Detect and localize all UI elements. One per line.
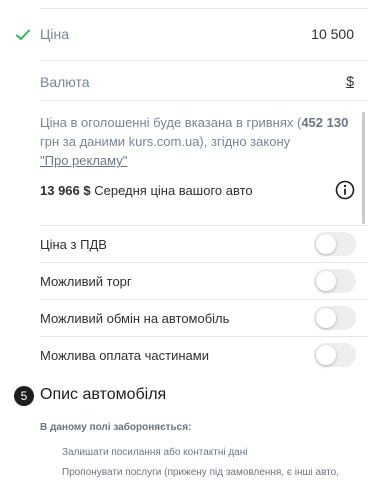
toggle-knob: [316, 308, 336, 328]
toggle-knob: [316, 234, 336, 254]
step-number-badge: 5: [14, 386, 34, 406]
toggle-knob: [316, 271, 336, 291]
average-price: 13 966 $ Середня ціна вашого авто: [40, 183, 354, 198]
check-icon: [16, 29, 30, 40]
top-divider: [40, 8, 368, 9]
vat-row: Ціна з ПДВ: [40, 225, 368, 263]
divider: [40, 100, 368, 101]
bargain-row: Можливий торг: [40, 262, 368, 300]
scrollbar[interactable]: [362, 112, 365, 224]
bargain-toggle[interactable]: [314, 269, 356, 293]
divider: [40, 60, 368, 61]
currency-select[interactable]: $: [346, 73, 354, 89]
vat-toggle[interactable]: [314, 232, 356, 256]
bargain-label: Можливий торг: [40, 274, 132, 289]
rule-item: Пропонувати послуги (прижену під замовле…: [62, 467, 340, 478]
price-label: Ціна: [40, 26, 69, 42]
info-icon[interactable]: [335, 180, 355, 200]
exchange-row: Можливий обмін на автомобіль: [40, 299, 368, 337]
rule-item: Залишати посилання або контактні дані: [62, 447, 248, 458]
advertising-law-link[interactable]: "Про рекламу": [40, 153, 127, 168]
exchange-toggle[interactable]: [314, 306, 356, 330]
currency-label: Валюта: [40, 74, 90, 90]
rules-title: В даному полі забороняється:: [40, 422, 192, 433]
note-prefix: Ціна в оголошенні буде вказана в гривнях…: [40, 115, 302, 130]
exchange-label: Можливий обмін на автомобіль: [40, 311, 230, 326]
installments-row: Можлива оплата частинами: [40, 336, 368, 374]
toggle-knob: [316, 345, 336, 365]
average-price-label: Середня ціна вашого авто: [94, 183, 253, 198]
price-input[interactable]: 10 500: [311, 26, 354, 42]
installments-label: Можлива оплата частинами: [40, 348, 209, 363]
section-title: Опис автомобіля: [40, 386, 167, 403]
vat-label: Ціна з ПДВ: [40, 237, 107, 252]
uah-price-note: Ціна в оголошенні буде вказана в гривнях…: [40, 113, 354, 170]
average-price-value: 13 966 $: [40, 183, 91, 198]
note-uah-amount: 452 130: [301, 115, 349, 130]
note-line2: грн за даними kurs.com.ua), згідно закон…: [40, 134, 291, 149]
installments-toggle[interactable]: [314, 343, 356, 367]
